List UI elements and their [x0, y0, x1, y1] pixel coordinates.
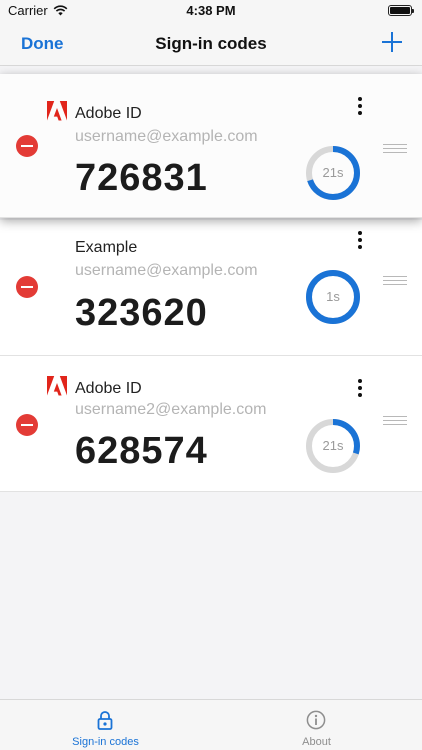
reorder-handle-icon[interactable] [383, 144, 407, 153]
reorder-handle-icon[interactable] [383, 416, 407, 425]
countdown-label: 1s [326, 289, 340, 304]
done-button[interactable]: Done [21, 34, 64, 54]
more-options-icon[interactable] [356, 97, 364, 117]
tab-label: About [302, 736, 331, 748]
sign-in-code[interactable]: 323620 [75, 292, 208, 335]
lock-icon [97, 711, 113, 730]
account-email: username2@example.com [75, 401, 267, 418]
sign-in-code[interactable]: 628574 [75, 430, 208, 473]
account-row[interactable]: Adobe ID username2@example.com 628574 21… [0, 356, 422, 492]
issuer-name: Adobe ID [75, 105, 142, 122]
issuer-name: Example [75, 239, 138, 256]
account-list: Adobe ID username@example.com 726831 21s… [0, 66, 422, 492]
tab-about[interactable]: About [211, 700, 422, 750]
account-email: username@example.com [75, 128, 258, 145]
clock: 4:38 PM [186, 3, 236, 18]
countdown-label: 21s [322, 165, 344, 180]
plus-icon[interactable] [380, 30, 404, 54]
info-icon [306, 710, 326, 730]
adobe-logo-icon [47, 376, 67, 396]
reorder-handle-icon[interactable] [383, 276, 407, 285]
nav-bar: Done Sign-in codes [0, 22, 422, 66]
adobe-logo-icon [47, 101, 67, 121]
tab-bar: Sign-in codes About [0, 699, 422, 750]
delete-button[interactable] [16, 276, 38, 298]
sign-in-code[interactable]: 726831 [75, 157, 208, 200]
account-row[interactable]: Adobe ID username@example.com 726831 21s [0, 74, 422, 218]
countdown-label: 21s [322, 438, 344, 453]
delete-button[interactable] [16, 414, 38, 436]
battery-icon [388, 5, 414, 16]
status-bar: Carrier 4:38 PM [0, 0, 422, 22]
account-email: username@example.com [75, 262, 258, 279]
issuer-name: Adobe ID [75, 380, 142, 397]
tab-label: Sign-in codes [72, 736, 139, 748]
tab-sign-in-codes[interactable]: Sign-in codes [0, 700, 211, 750]
delete-button[interactable] [16, 135, 38, 157]
more-options-icon[interactable] [356, 231, 364, 251]
account-row[interactable]: Example username@example.com 323620 1s [0, 220, 422, 356]
more-options-icon[interactable] [356, 379, 364, 399]
